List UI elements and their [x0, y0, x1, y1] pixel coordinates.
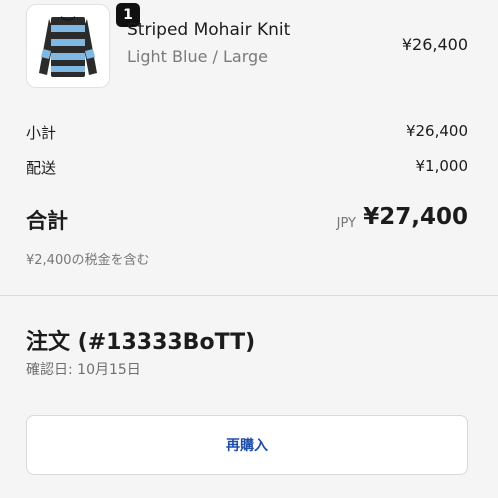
order-confirmed-date: 確認日: 10月15日	[26, 362, 141, 378]
subtotal-value: ¥26,400	[405, 122, 468, 140]
item-price: ¥26,400	[401, 35, 468, 54]
tax-note: ¥2,400の税金を含む	[26, 253, 150, 268]
shipping-value: ¥1,000	[415, 157, 469, 175]
reorder-button[interactable]: 再購入	[26, 415, 468, 475]
line-item: 1 Striped Mohair Knit Light Blue / Large…	[0, 0, 498, 100]
product-thumbnail: 1	[26, 3, 140, 88]
section-divider	[0, 295, 498, 296]
item-name: Striped Mohair Knit	[127, 20, 291, 40]
total-label: 合計	[26, 209, 68, 233]
striped-sweater-icon	[39, 16, 97, 77]
order-title: 注文 (#13333BoTT)	[26, 330, 256, 355]
shipping-label: 配送	[26, 159, 57, 177]
subtotal-label: 小計	[26, 124, 57, 142]
total-currency: JPY	[336, 216, 356, 231]
total-value: ¥27,400	[363, 204, 468, 230]
item-variant: Light Blue / Large	[127, 47, 268, 66]
